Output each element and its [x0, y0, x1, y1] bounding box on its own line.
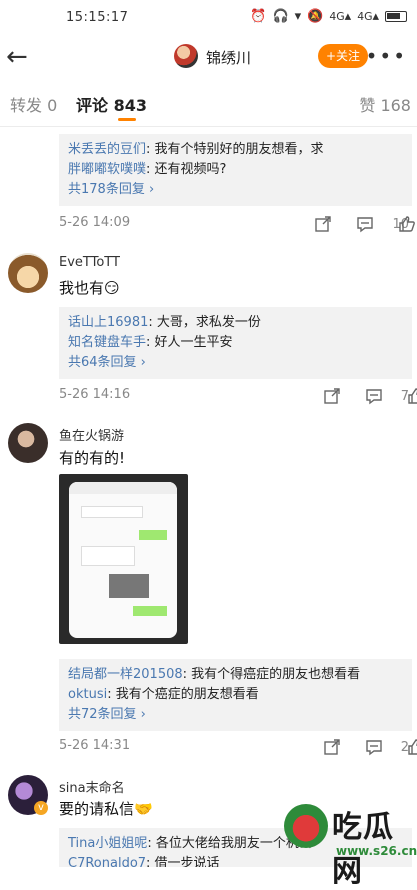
comment-text: 要的请私信🤝 — [59, 800, 153, 818]
smirk-emoji-icon: 😏 — [104, 279, 120, 297]
signal-icon-2: 4G▴ — [357, 9, 379, 24]
back-button[interactable]: ← — [6, 42, 36, 72]
alarm-icon: ⏰ — [250, 9, 267, 24]
verified-badge-icon: v — [34, 801, 48, 815]
comment-icon[interactable] — [359, 736, 389, 758]
comment-text: 有的有的! — [59, 449, 126, 467]
commenter-avatar[interactable] — [8, 253, 48, 293]
comment-image[interactable] — [59, 474, 188, 644]
thumbs-up-icon — [399, 216, 416, 232]
comment-time: 5-26 14:31 — [59, 738, 131, 753]
status-time: 15:15:17 — [66, 10, 129, 25]
author-avatar[interactable] — [174, 44, 198, 68]
reply-line[interactable]: 话山上16981: 大哥，求私发一份 — [68, 313, 403, 333]
comment-actions: 10 — [296, 213, 416, 235]
handshake-emoji-icon: 🤝 — [134, 800, 153, 818]
commenter-name[interactable]: 鱼在火锅游 — [59, 425, 124, 444]
status-bar: 15:15:17 ⏰ 🎧 ▾ 🔕 4G▴ 4G▴ — [0, 0, 417, 36]
comment-actions: 7 — [305, 385, 417, 407]
reply-line[interactable]: 米丢丢的豆们: 我有个特别好的朋友想看，求 — [68, 140, 403, 160]
reply-box[interactable]: 结局都一样201508: 我有个得癌症的朋友也想看看 oktusi: 我有个癌症… — [59, 659, 412, 731]
reply-box[interactable]: 米丢丢的豆们: 我有个特别好的朋友想看，求 胖嘟嘟软噗噗: 还有视频吗? 共17… — [59, 134, 412, 206]
more-menu-button[interactable]: ••• — [366, 44, 407, 68]
commenter-name[interactable]: sina末命名 — [59, 777, 125, 796]
comment-actions: 2 — [305, 736, 417, 758]
reply-line[interactable]: oktusi: 我有个癌症的朋友想看看 — [68, 685, 403, 705]
reply-line[interactable]: 结局都一样201508: 我有个得癌症的朋友也想看看 — [68, 665, 403, 685]
like-button[interactable]: 7 — [401, 385, 417, 407]
share-icon[interactable] — [308, 213, 338, 235]
comment-time: 5-26 14:09 — [59, 215, 131, 230]
signal-icon-1: 4G▴ — [329, 9, 352, 24]
comment-time: 5-26 14:16 — [59, 387, 131, 402]
more-replies-link[interactable]: 共72条回复 › — [68, 705, 403, 725]
like-button[interactable]: 2 — [401, 736, 417, 758]
share-icon[interactable] — [317, 736, 347, 758]
site-watermark: 吃瓜网 www.s26.cn — [278, 798, 417, 889]
reply-line[interactable]: 知名键盘车手: 好人一生平安 — [68, 333, 403, 353]
active-tab-indicator — [118, 118, 136, 121]
share-icon[interactable] — [317, 385, 347, 407]
headphones-icon: 🎧 — [272, 9, 289, 24]
tab-like[interactable]: 赞 168 — [359, 92, 411, 116]
more-replies-link[interactable]: 共178条回复 › — [68, 180, 403, 200]
reply-line[interactable]: 胖嘟嘟软噗噗: 还有视频吗? — [68, 160, 403, 180]
commenter-name[interactable]: EveTToTT — [59, 255, 120, 270]
tab-repost[interactable]: 转发 0 — [10, 92, 57, 116]
watermelon-logo-icon — [284, 804, 328, 848]
nav-bar: ← 锦绣川 +关注 ••• — [0, 36, 417, 78]
comment-text: 我也有😏 — [59, 279, 120, 297]
author-name[interactable]: 锦绣川 — [206, 47, 251, 68]
thumbs-up-icon — [408, 388, 417, 404]
tab-comment[interactable]: 评论 843 — [76, 92, 147, 116]
commenter-avatar[interactable] — [8, 423, 48, 463]
wifi-icon: ▾ — [294, 9, 302, 24]
tab-bar: 转发 0 评论 843 赞 168 — [0, 78, 417, 127]
mute-icon: 🔕 — [307, 9, 324, 24]
thumbs-up-icon — [408, 739, 417, 755]
comment-icon[interactable] — [359, 385, 389, 407]
reply-box[interactable]: 话山上16981: 大哥，求私发一份 知名键盘车手: 好人一生平安 共64条回复… — [59, 307, 412, 379]
more-replies-link[interactable]: 共64条回复 › — [68, 353, 403, 373]
chat-screenshot-image — [69, 482, 177, 638]
battery-icon — [385, 11, 407, 22]
watermark-url: www.s26.cn — [336, 844, 417, 858]
status-icons: ⏰ 🎧 ▾ 🔕 4G▴ 4G▴ — [250, 9, 407, 24]
like-button[interactable]: 10 — [392, 213, 416, 235]
comment-icon[interactable] — [350, 213, 380, 235]
follow-button[interactable]: +关注 — [318, 44, 368, 68]
